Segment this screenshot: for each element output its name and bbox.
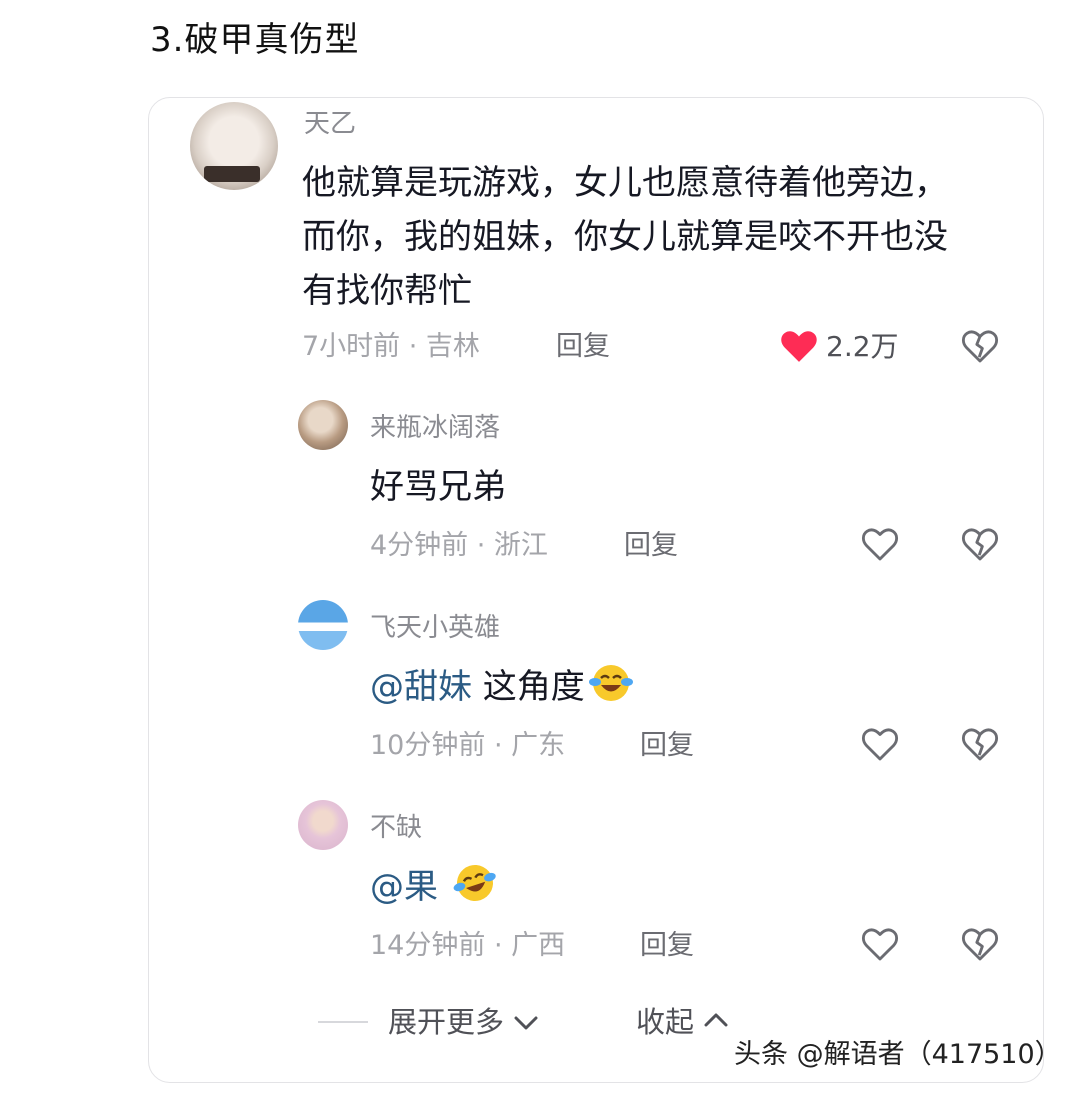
reply-time-location: 4分钟前 · 浙江 xyxy=(370,530,548,561)
avatar[interactable] xyxy=(298,600,348,650)
chevron-down-icon xyxy=(514,1016,538,1030)
avatar-badge xyxy=(204,166,260,182)
reply-text-body: 好骂兄弟 xyxy=(370,467,506,507)
reply-text-body: 这角度 xyxy=(472,667,585,707)
comment-text-line: 而你，我的姐妹，你女儿就算是咬不开也没 xyxy=(302,217,948,257)
reply-text: @甜妹 这角度 xyxy=(370,660,635,714)
reply-text: 好骂兄弟 xyxy=(370,460,506,514)
reply-username[interactable]: 不缺 xyxy=(370,812,422,844)
mention-link[interactable]: @果 xyxy=(370,867,438,907)
broken-heart-icon[interactable] xyxy=(961,726,999,762)
heart-filled-icon[interactable] xyxy=(780,328,818,364)
reply-time-location: 10分钟前 · 广东 xyxy=(370,730,566,761)
expand-more-label: 展开更多 xyxy=(388,1005,505,1039)
heart-outline-icon[interactable] xyxy=(861,726,899,762)
like-count: 2.2万 xyxy=(826,330,899,363)
broken-heart-icon[interactable] xyxy=(961,526,999,562)
mention-link[interactable]: @甜妹 xyxy=(370,667,472,707)
reply-button[interactable]: 回复 xyxy=(640,929,694,963)
reply-username[interactable]: 来瓶冰阔落 xyxy=(370,412,500,444)
reply-text-body xyxy=(438,867,449,907)
reply-username[interactable]: 飞天小英雄 xyxy=(370,612,500,644)
page-heading: 3.破甲真伤型 xyxy=(150,20,360,60)
broken-heart-icon[interactable] xyxy=(961,926,999,962)
comment-username[interactable]: 天乙 xyxy=(304,108,356,140)
avatar[interactable] xyxy=(298,800,348,850)
heart-outline-icon[interactable] xyxy=(861,526,899,562)
collapse-button[interactable]: 收起 xyxy=(636,1004,729,1040)
broken-heart-icon[interactable] xyxy=(961,328,999,364)
avatar[interactable] xyxy=(190,102,278,190)
crying-laughing-emoji xyxy=(453,865,496,901)
comment-time-location: 7小时前 · 吉林 xyxy=(302,331,480,362)
comment-text-line: 他就算是玩游戏，女儿也愿意待着他旁边， xyxy=(302,163,948,203)
expand-more-button[interactable]: 展开更多 xyxy=(388,1004,539,1040)
chevron-up-icon xyxy=(704,1013,728,1027)
reply-time-location: 14分钟前 · 广西 xyxy=(370,930,566,961)
watermark: 头条 @解语者（417510） xyxy=(734,1039,1062,1070)
divider xyxy=(318,1021,368,1023)
comment-text-line: 有找你帮忙 xyxy=(302,271,472,311)
collapse-label: 收起 xyxy=(636,1005,695,1039)
crying-laughing-emoji xyxy=(588,665,633,701)
reply-text: @果 xyxy=(370,860,499,914)
reply-button[interactable]: 回复 xyxy=(640,729,694,763)
reply-button[interactable]: 回复 xyxy=(624,529,678,563)
avatar[interactable] xyxy=(298,400,348,450)
reply-button[interactable]: 回复 xyxy=(556,330,610,364)
heart-outline-icon[interactable] xyxy=(861,926,899,962)
